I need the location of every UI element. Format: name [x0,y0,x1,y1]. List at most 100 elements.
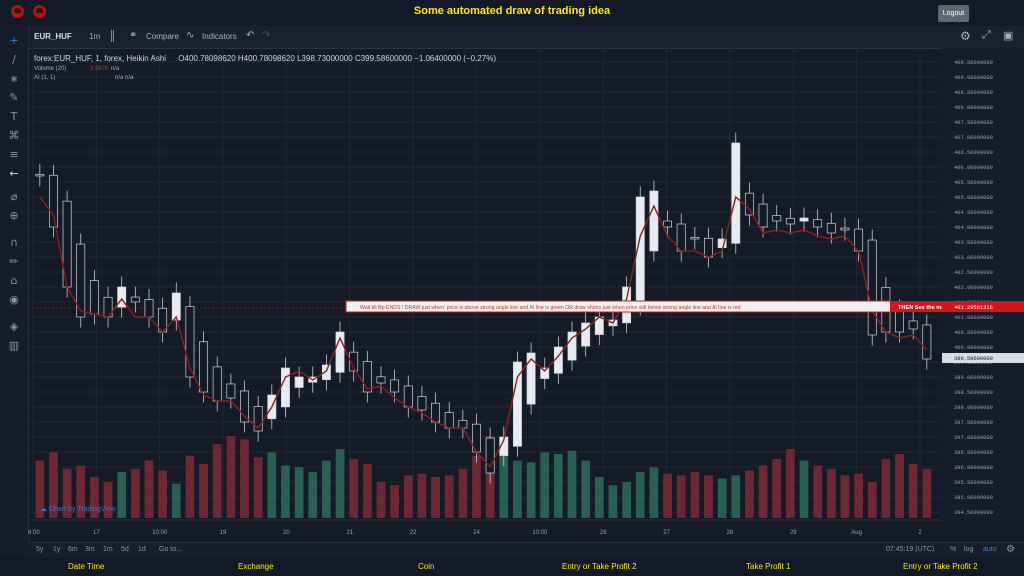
volume-bar [403,475,413,518]
candle-body [799,217,809,222]
candle-body [294,376,304,388]
range-6m[interactable]: 6m [68,546,78,553]
settings-icon[interactable]: ⚙ [960,29,971,43]
fib-tool-icon[interactable]: ⨳ [7,72,21,86]
price-tick-label: 402.00000000 [954,285,993,291]
volume-bar [745,470,754,518]
brush-icon[interactable]: ✎ [7,91,21,105]
volume-bar [513,460,522,518]
volume-bar [458,468,468,518]
percent-toggle[interactable]: % [950,546,956,553]
price-axis[interactable]: 409.50000000 409.00000000 408.50000000 408.… [942,48,1024,520]
goto-button[interactable]: Go to... [159,546,182,553]
candle-body [212,366,222,402]
pattern-icon[interactable]: ⌘ [7,129,21,143]
range-1y[interactable]: 1y [53,546,60,553]
footer-coin[interactable]: Coin [418,562,434,571]
footer-tp1[interactable]: Take Profit 1 [746,562,790,571]
fullscreen-icon[interactable]: ⤢ [982,29,991,42]
footer-entry-tp2[interactable]: Entry or Take Profit 2 [562,562,637,571]
volume-bar [226,436,236,518]
range-1m[interactable]: 1m [103,546,113,553]
volume-bar [281,465,290,518]
volume-bar [826,468,836,518]
volume-bar [649,467,659,518]
volume-bar [799,460,809,518]
volume-bar [444,475,454,518]
range-5y[interactable]: 5y [36,546,43,553]
range-3m[interactable]: 3m [85,546,95,553]
eye-icon[interactable]: ◉ [7,293,21,307]
candle-body [458,419,468,429]
price-chart[interactable]: Wait till flip ENDS ! DRAW just when: pr… [28,48,1024,556]
candle-body [867,239,877,336]
legend-open: O400.78098620 [178,54,236,63]
volume-bar [322,460,331,518]
candle-body [417,396,427,411]
zoom-icon[interactable]: ⊕ [7,209,21,223]
logout-button[interactable]: Logout [938,5,969,22]
settings-icon[interactable]: ⚙ [1006,544,1015,555]
symbol-input[interactable]: EUR_HUF [34,32,72,41]
volume-bar [635,472,645,518]
range-5d[interactable]: 5d [121,546,129,553]
text-tool-icon[interactable]: T [7,110,21,124]
volume-bar [581,460,591,518]
price-tick-label: 404.50000000 [954,210,993,216]
time-axis[interactable]: :6:00 17 10:00 19 20 21 22 24 10:00 26 27 28 29 Aug 2 [28,519,942,536]
volume-bar [472,455,481,518]
redo-icon[interactable]: ↷ [262,30,270,41]
watermark-text: Chart by TradingView [48,506,116,513]
drawing-tools-sidebar: + ∕ ⨳ ✎ T ⌘ ≡ ← ⌀ ⊕ ∩ ✏ ⌂ ◉ ◈ ▥ [0,26,29,556]
interval-button[interactable]: 1m [89,32,100,41]
volume-bar [731,475,741,518]
volume-bar [362,463,372,518]
candle-body [130,296,140,303]
volume-bar [117,472,127,518]
camera-icon[interactable]: ▣ [1003,29,1013,42]
close-price-marker: 399.58600000 [954,356,993,362]
back-arrow-icon[interactable]: ← [7,167,21,181]
volume-bar [813,465,823,518]
volume-bar [240,439,249,518]
prediction-icon[interactable]: ≡ [7,148,21,162]
price-tick-label: 402.50000000 [954,270,993,276]
legend-symbol[interactable]: forex:EUR_HUF, 1, forex, Heikin Ashi [34,54,166,63]
lock-icon[interactable]: ⌂ [7,274,21,288]
volume-legend-label[interactable]: Volume (20) [34,66,66,72]
price-tick-label: 401.00000000 [954,315,993,321]
compare-button[interactable]: Compare [146,32,179,41]
volume-bar [840,475,850,518]
footer-exchange[interactable]: Exchange [238,562,274,571]
volume-bar [594,477,604,518]
candle-style-icon[interactable]: ║ [109,31,116,42]
ai-legend-label[interactable]: AI (1, 1) [34,75,55,81]
legend-low: L398.73000000 [297,54,353,63]
stay-drawing-icon[interactable]: ✏ [7,255,21,269]
crosshair-icon[interactable]: + [7,34,21,48]
range-1d[interactable]: 1d [138,546,146,553]
footer-entry-tp2-right[interactable]: Entry or Take Profit 2 [903,562,978,571]
trash-icon[interactable]: ▥ [7,339,21,353]
log-toggle[interactable]: log [964,546,973,553]
volume-bar [390,485,399,518]
auto-toggle[interactable]: auto [983,546,997,553]
volume-bar [881,458,891,518]
price-tick-label: 397.50000000 [954,420,993,426]
volume-bar [253,457,263,518]
time-tick-label: 26 [600,530,607,536]
time-tick-label: 17 [93,530,100,536]
volume-bar [144,460,154,518]
cloud-icon: ☁ [40,506,47,513]
trend-line-icon[interactable]: ∕ [7,53,21,67]
ai-legend-na-2: n/a [125,75,134,81]
candle-body [663,220,672,228]
time-tick-label: 28 [727,530,734,536]
tradingview-watermark[interactable]: ☁ Chart by TradingView [40,505,116,513]
measure-icon[interactable]: ⌀ [7,190,21,204]
undo-icon[interactable]: ↶ [246,30,254,41]
magnet-icon[interactable]: ∩ [7,236,21,250]
indicators-button[interactable]: Indicators [202,32,237,41]
layers-icon[interactable]: ◈ [7,320,21,334]
footer-date-time[interactable]: Date Time [68,562,104,571]
